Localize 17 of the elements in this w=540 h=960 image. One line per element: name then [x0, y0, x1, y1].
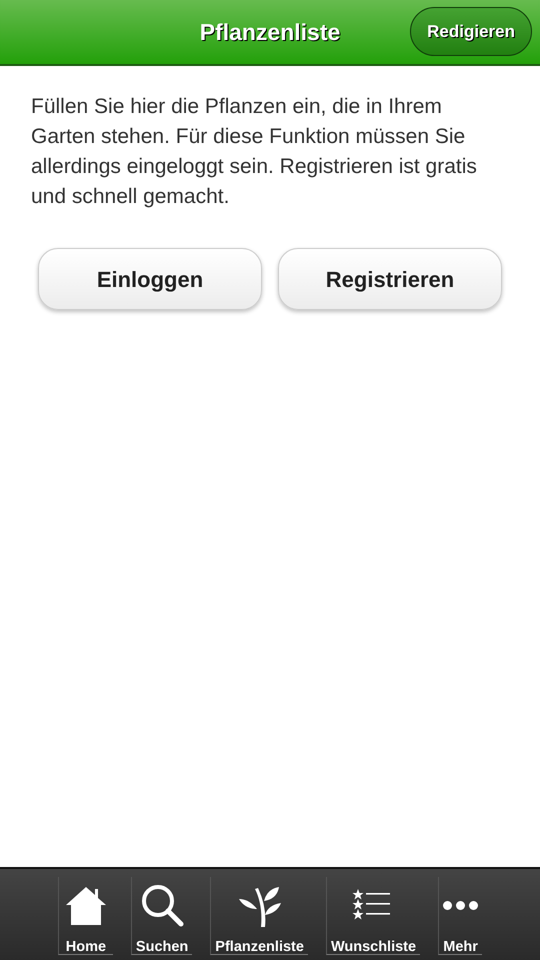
tab-item[interactable]: Mehr [438, 877, 482, 955]
tab-label: Home [66, 938, 106, 957]
tab-label: Mehr [443, 938, 478, 957]
tab-label: Wunschliste [330, 938, 416, 957]
tab-item[interactable]: Wunschliste [326, 877, 420, 955]
tab-item[interactable]: Pflanzenliste [210, 877, 308, 955]
more-icon [443, 901, 478, 910]
login-button[interactable]: Einloggen [38, 248, 262, 310]
register-button[interactable]: Registrieren [278, 248, 502, 310]
tab-item[interactable]: Suchen [130, 877, 192, 955]
search-icon [139, 883, 186, 929]
edit-button[interactable]: Redigieren [410, 7, 532, 56]
tab-item[interactable]: Home [58, 877, 113, 955]
intro-text: Füllen Sie hier die Pflanzen ein, die in Ihrem Garten stehen. Für diese Funktion müssen Sie allerdings eingeloggt sein. Registrieren ist gratis und schnell gemacht. [30, 94, 478, 210]
tab-label: Suchen [136, 938, 188, 957]
page-title: Pflanzenliste [200, 18, 340, 47]
tab-label: Pflanzenliste [215, 938, 304, 957]
